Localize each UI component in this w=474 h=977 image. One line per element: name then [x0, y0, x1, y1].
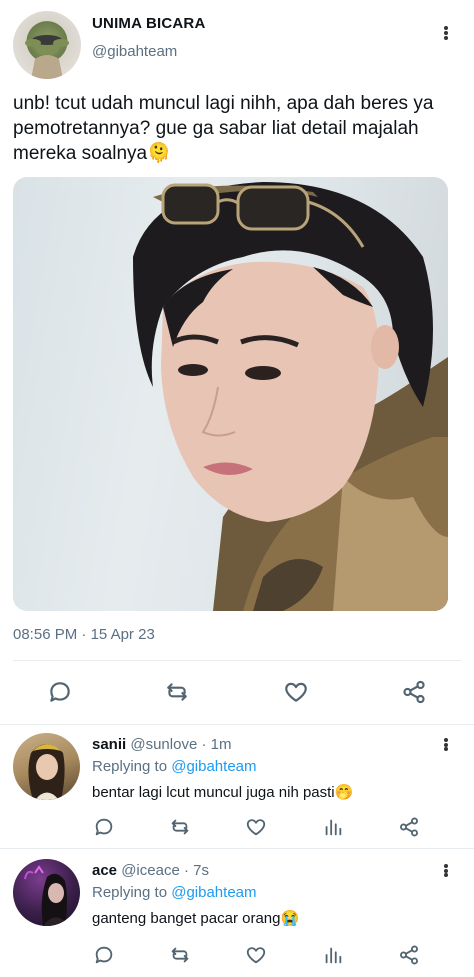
reply-icon[interactable]: [93, 944, 115, 966]
reply-item[interactable]: ace @iceace · 7s Replying to @gibahteam …: [0, 849, 474, 977]
reply-icon[interactable]: [47, 679, 73, 705]
like-icon[interactable]: [283, 679, 309, 705]
more-options-icon[interactable]: [443, 26, 449, 40]
author-handle[interactable]: @gibahteam: [92, 43, 177, 60]
analytics-icon[interactable]: [322, 944, 344, 966]
retweet-icon[interactable]: [169, 944, 191, 966]
author-name[interactable]: UNIMA BICARA: [92, 15, 206, 32]
reply-age: 1m: [210, 736, 232, 753]
tweet-photo[interactable]: [13, 177, 448, 611]
reply-text-body: bentar lagi lcut muncul juga nih pasti: [92, 784, 335, 801]
reply-item[interactable]: sanii @sunlove · 1m Replying to @gibahte…: [0, 725, 474, 847]
more-options-icon[interactable]: [443, 864, 449, 877]
replying-to-label: Replying to: [92, 884, 168, 901]
tweet-time: 08:56 PM: [13, 626, 78, 643]
reply-header: ace @iceace · 7s: [92, 862, 209, 879]
separator-dot: ·: [183, 862, 189, 879]
tweet-date: 15 Apr 23: [90, 626, 155, 643]
more-options-icon[interactable]: [443, 738, 449, 751]
tweet-text-line: unb! tcut udah muncul lagi nihh, apa dah…: [13, 93, 434, 114]
replying-to: Replying to @gibahteam: [92, 758, 257, 775]
tweet-timestamp: 08:56 PM · 15 Apr 23: [13, 626, 155, 643]
replying-to-link[interactable]: @gibahteam: [171, 758, 256, 775]
divider: [13, 660, 461, 661]
like-icon[interactable]: [245, 944, 267, 966]
share-icon[interactable]: [398, 944, 420, 966]
reply-actions: [0, 943, 474, 967]
reply-actions: [0, 815, 474, 839]
replying-to: Replying to @gibahteam: [92, 884, 257, 901]
analytics-icon[interactable]: [322, 816, 344, 838]
tweet-text-line-3: mereka soalnya: [13, 143, 148, 164]
reply-text: ganteng banget pacar orang😭: [92, 909, 299, 927]
like-icon[interactable]: [245, 816, 267, 838]
reply-author-handle[interactable]: @sunlove: [130, 736, 197, 753]
reply-author-handle[interactable]: @iceace: [121, 862, 180, 879]
reply-avatar[interactable]: [13, 733, 80, 800]
separator-dot: ·: [81, 626, 87, 643]
retweet-icon[interactable]: [163, 679, 191, 705]
reply-text: bentar lagi lcut muncul juga nih pasti🤭: [92, 783, 353, 801]
reply-author-name[interactable]: sanii: [92, 736, 126, 753]
author-avatar[interactable]: [13, 11, 81, 79]
hand-over-mouth-emoji: 🤭: [334, 784, 354, 801]
tweet-actions: [0, 676, 474, 708]
separator-dot: ·: [201, 736, 207, 753]
tweet-text: unb! tcut udah muncul lagi nihh, apa dah…: [13, 91, 463, 166]
reply-header: sanii @sunlove · 1m: [92, 736, 231, 753]
replying-to-link[interactable]: @gibahteam: [171, 884, 256, 901]
tweet-text-line: pemotretannya? gue ga sabar liat detail …: [13, 118, 419, 139]
share-icon[interactable]: [398, 816, 420, 838]
reply-icon[interactable]: [93, 816, 115, 838]
reply-age: 7s: [193, 862, 209, 879]
share-icon[interactable]: [401, 679, 427, 705]
reply-text-body: ganteng banget pacar orang: [92, 910, 281, 927]
replying-to-label: Replying to: [92, 758, 168, 775]
melting-face-emoji: 🫠: [147, 143, 171, 164]
loudly-crying-emoji: 😭: [280, 910, 300, 927]
tweet-text-line: mereka soalnya🫠: [13, 141, 463, 166]
reply-avatar[interactable]: [13, 859, 80, 926]
reply-author-name[interactable]: ace: [92, 862, 117, 879]
retweet-icon[interactable]: [169, 816, 191, 838]
